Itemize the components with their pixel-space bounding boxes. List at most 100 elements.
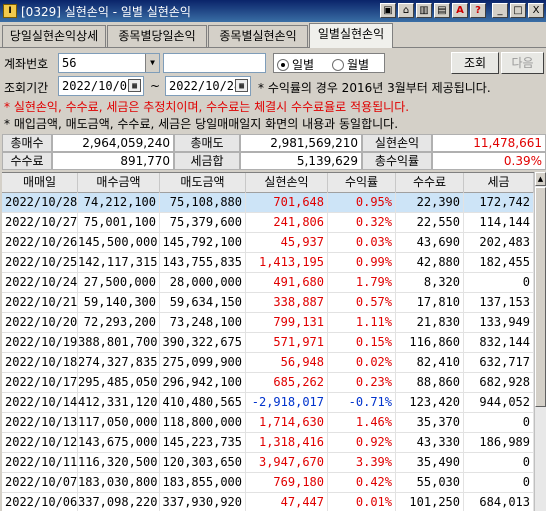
radio-monthly-label: 월별 — [347, 58, 370, 72]
tax-value: 5,139,629 — [240, 152, 362, 170]
title-bar: Ⅰ [0329] 실현손익 - 일별 실현손익 ▣ ⌂ ▥ ▤ A ? _ □ … — [0, 0, 546, 22]
cell-fee: 42,880 — [396, 253, 464, 272]
total-buy-label: 총매수 — [2, 134, 52, 152]
calendar-icon[interactable]: ▦ — [128, 79, 141, 92]
cell-yield: 3.39% — [328, 453, 396, 472]
table-row[interactable]: 2022/10/26 145,500,000 145,792,100 45,937 0.… — [2, 233, 534, 253]
search-button[interactable]: 조회 — [451, 52, 499, 74]
lock-icon[interactable]: ▤ — [434, 3, 450, 18]
scroll-thumb[interactable] — [535, 187, 546, 407]
column-header-date[interactable]: 매매일 — [2, 173, 78, 193]
cell-buy-amount: 117,050,000 — [78, 413, 160, 432]
tab-stock-realized-pnl[interactable]: 종목별실현손익 — [208, 25, 308, 47]
table-row[interactable]: 2022/10/28 74,212,100 75,108,880 701,648 0.9… — [2, 193, 534, 213]
minimize-icon[interactable]: _ — [492, 3, 508, 18]
table-row[interactable]: 2022/10/18 274,327,835 275,099,900 56,948 0.… — [2, 353, 534, 373]
font-icon[interactable]: A — [452, 3, 468, 18]
scroll-up-icon[interactable]: ▲ — [535, 172, 546, 186]
cell-fee: 17,810 — [396, 293, 464, 312]
cell-sell-amount: 28,000,000 — [160, 273, 246, 292]
tax-label: 세금합 — [174, 152, 240, 170]
close-icon[interactable]: X — [528, 3, 544, 18]
tab-daily-realized-detail[interactable]: 당일실현손익상세 — [2, 25, 106, 47]
window-icon[interactable]: ▥ — [416, 3, 432, 18]
cell-yield: 1.46% — [328, 413, 396, 432]
chevron-down-icon[interactable]: ▼ — [145, 54, 159, 72]
table-row[interactable]: 2022/10/24 27,500,000 28,000,000 491,680 1.7… — [2, 273, 534, 293]
link-icon[interactable]: ▣ — [380, 3, 396, 18]
cell-buy-amount: 74,212,100 — [78, 193, 160, 212]
cell-date: 2022/10/12 — [2, 433, 78, 452]
calendar-icon[interactable]: ▦ — [235, 79, 248, 92]
date-from-field[interactable]: 2022/10/01 ▦ — [58, 76, 144, 96]
cell-date: 2022/10/11 — [2, 453, 78, 472]
period-label: 조회기간 — [4, 81, 49, 95]
cell-yield: 1.79% — [328, 273, 396, 292]
cell-buy-amount: 412,331,120 — [78, 393, 160, 412]
table-row[interactable]: 2022/10/13 117,050,000 118,800,000 1,714,63… — [2, 413, 534, 433]
radio-monthly[interactable]: 월별 — [332, 56, 369, 73]
cell-tax: 0 — [464, 453, 534, 472]
column-header-yield[interactable]: 수익률 — [328, 173, 396, 193]
cell-sell-amount: 118,800,000 — [160, 413, 246, 432]
table-row[interactable]: 2022/10/27 75,001,100 75,379,600 241,806 0.3… — [2, 213, 534, 233]
cell-fee: 21,830 — [396, 313, 464, 332]
column-header-realized-pnl[interactable]: 실현손익 — [246, 173, 328, 193]
cell-buy-amount: 274,327,835 — [78, 353, 160, 372]
tab-stock-daily-pnl[interactable]: 종목별당일손익 — [107, 25, 207, 47]
fee-value: 891,770 — [52, 152, 174, 170]
title-buttons: ▣ ⌂ ▥ ▤ A ? _ □ X — [378, 3, 544, 18]
account-value: 56 — [62, 56, 77, 70]
cell-tax: 944,052 — [464, 393, 534, 412]
cell-date: 2022/10/14 — [2, 393, 78, 412]
table-row[interactable]: 2022/10/14 412,331,120 410,480,565 -2,918,0… — [2, 393, 534, 413]
cell-realized-pnl: 1,714,630 — [246, 413, 328, 432]
cell-fee: 82,410 — [396, 353, 464, 372]
tab-daily-realized-pnl[interactable]: 일별실현손익 — [309, 23, 393, 48]
table-row[interactable]: 2022/10/25 142,117,315 143,755,835 1,413,19… — [2, 253, 534, 273]
home-icon[interactable]: ⌂ — [398, 3, 414, 18]
table-row[interactable]: 2022/10/17 295,485,050 296,942,100 685,262 0… — [2, 373, 534, 393]
grid-scrollbar[interactable]: ▲ — [534, 172, 546, 511]
column-header-tax[interactable]: 세금 — [464, 173, 534, 193]
cell-yield: 0.95% — [328, 193, 396, 212]
radio-monthly-dot — [332, 58, 344, 71]
cell-sell-amount: 75,108,880 — [160, 193, 246, 212]
cell-buy-amount: 59,140,300 — [78, 293, 160, 312]
cell-fee: 43,690 — [396, 233, 464, 252]
cell-tax: 186,989 — [464, 433, 534, 452]
cell-realized-pnl: 701,648 — [246, 193, 328, 212]
cell-yield: 0.99% — [328, 253, 396, 272]
cell-realized-pnl: 47,447 — [246, 493, 328, 511]
cell-yield: 0.57% — [328, 293, 396, 312]
table-row[interactable]: 2022/10/21 59,140,300 59,634,150 338,887 0.5… — [2, 293, 534, 313]
yield-label: 총수익률 — [362, 152, 432, 170]
cell-date: 2022/10/21 — [2, 293, 78, 312]
maximize-icon[interactable]: □ — [510, 3, 526, 18]
cell-sell-amount: 275,099,900 — [160, 353, 246, 372]
app-icon: Ⅰ — [3, 4, 17, 18]
next-button[interactable]: 다음 — [501, 52, 544, 74]
cell-tax: 114,144 — [464, 213, 534, 232]
date-to-field[interactable]: 2022/10/28 ▦ — [165, 76, 251, 96]
cell-date: 2022/10/07 — [2, 473, 78, 492]
table-row[interactable]: 2022/10/06 337,098,220 337,930,920 47,447 0.… — [2, 493, 534, 511]
table-row[interactable]: 2022/10/20 72,293,200 73,248,100 799,131 1.1… — [2, 313, 534, 333]
cell-date: 2022/10/27 — [2, 213, 78, 232]
table-row[interactable]: 2022/10/11 116,320,500 120,303,650 3,947,67… — [2, 453, 534, 473]
cell-buy-amount: 145,500,000 — [78, 233, 160, 252]
column-header-sell-amount[interactable]: 매도금액 — [160, 173, 246, 193]
help-icon[interactable]: ? — [470, 3, 486, 18]
cell-date: 2022/10/26 — [2, 233, 78, 252]
cell-buy-amount: 72,293,200 — [78, 313, 160, 332]
cell-buy-amount: 295,485,050 — [78, 373, 160, 392]
column-header-buy-amount[interactable]: 매수금액 — [78, 173, 160, 193]
cell-sell-amount: 183,855,000 — [160, 473, 246, 492]
cell-date: 2022/10/13 — [2, 413, 78, 432]
account-select[interactable]: 56 ▼ — [58, 53, 160, 73]
column-header-fee[interactable]: 수수료 — [396, 173, 464, 193]
table-row[interactable]: 2022/10/07 183,030,800 183,855,000 769,180 0… — [2, 473, 534, 493]
table-row[interactable]: 2022/10/12 143,675,000 145,223,735 1,318,41… — [2, 433, 534, 453]
radio-daily[interactable]: 일별 — [277, 56, 314, 73]
table-row[interactable]: 2022/10/19 388,801,700 390,322,675 571,971 0… — [2, 333, 534, 353]
